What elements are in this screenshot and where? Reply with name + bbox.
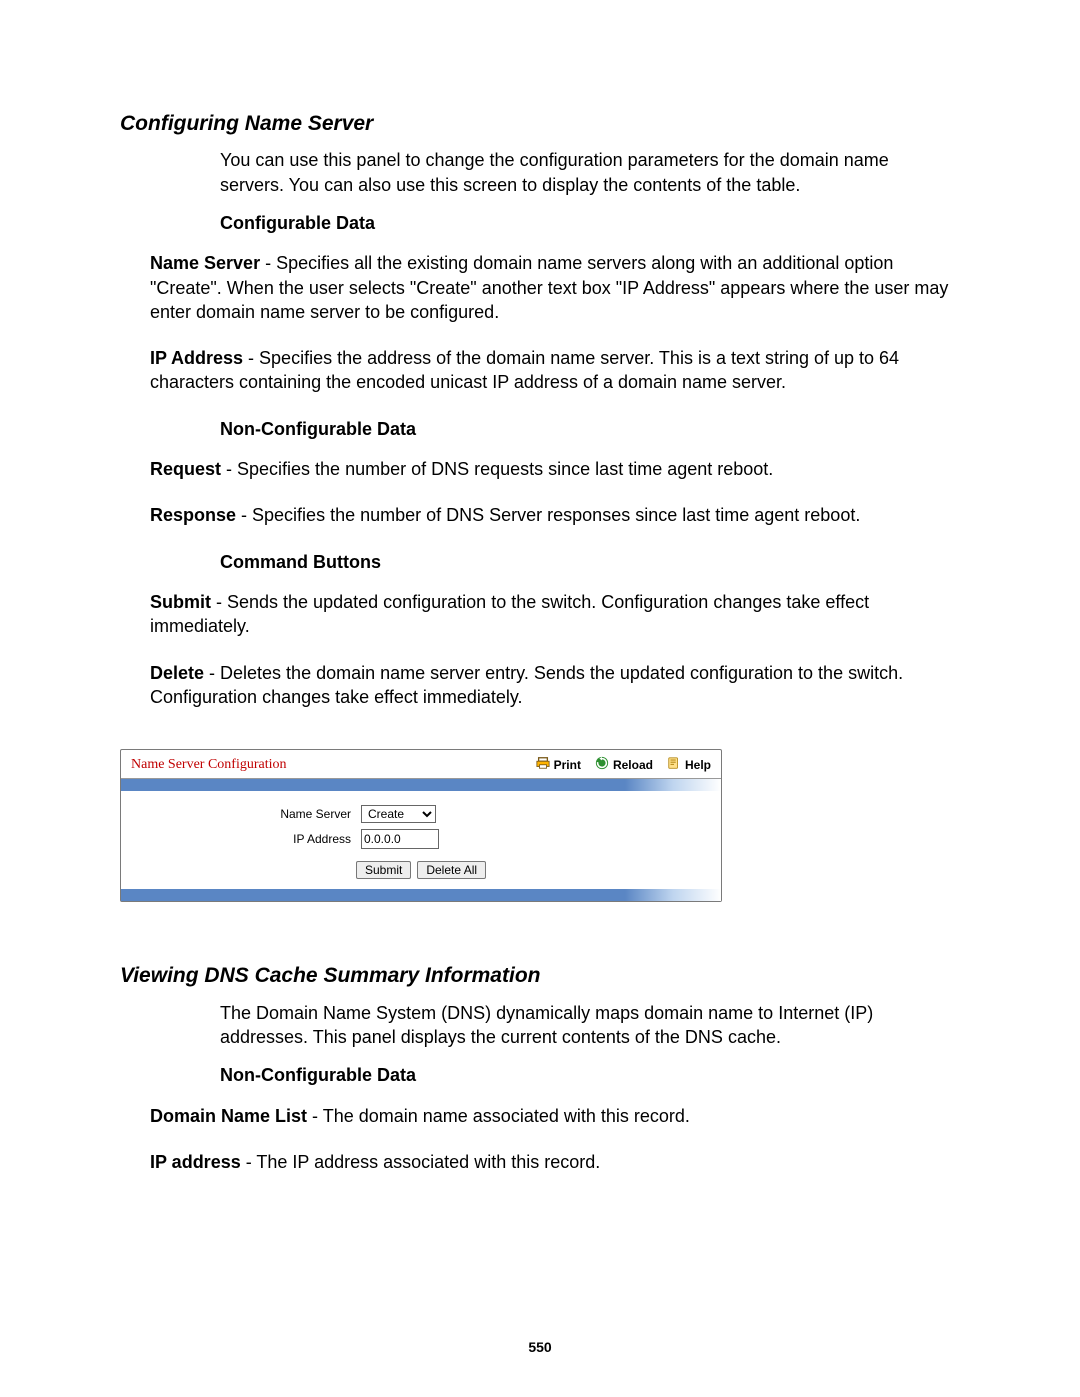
text-delete: - Deletes the domain name server entry. … (150, 663, 903, 707)
printer-icon (536, 756, 550, 774)
text-ip-address-2: - The IP address associated with this re… (241, 1152, 601, 1172)
term-delete: Delete (150, 663, 204, 683)
config-panel-screenshot: Name Server Configuration Print Reload (120, 749, 722, 902)
subhead-nonconfigurable-data: Non-Configurable Data (220, 417, 950, 441)
submit-button[interactable]: Submit (356, 861, 411, 879)
text-ip-address: - Specifies the address of the domain na… (150, 348, 899, 392)
subhead-command-buttons: Command Buttons (220, 550, 950, 574)
panel-toolbar: Print Reload Help (536, 756, 711, 774)
row-ip-address: IP Address (231, 829, 611, 849)
panel-top-bar (121, 779, 721, 791)
section-title-cache: Viewing DNS Cache Summary Information (120, 962, 950, 990)
para-submit: Submit - Sends the updated configuration… (150, 590, 950, 639)
print-button[interactable]: Print (536, 756, 581, 774)
page-content: Configuring Name Server You can use this… (0, 0, 1080, 1397)
reload-button[interactable]: Reload (595, 756, 653, 774)
help-icon (667, 756, 681, 774)
panel-body: Name Server Create IP Address Submit Del… (121, 791, 721, 889)
para-ip-address-2: IP address - The IP address associated w… (150, 1150, 950, 1174)
para-response: Response - Specifies the number of DNS S… (150, 503, 950, 527)
ip-address-input[interactable] (361, 829, 439, 849)
label-ip-address: IP Address (231, 831, 351, 847)
reload-icon (595, 756, 609, 774)
term-domain-name-list: Domain Name List (150, 1106, 307, 1126)
help-label: Help (685, 757, 711, 773)
reload-label: Reload (613, 757, 653, 773)
para-name-server: Name Server - Specifies all the existing… (150, 251, 950, 324)
text-request: - Specifies the number of DNS requests s… (221, 459, 773, 479)
panel-header: Name Server Configuration Print Reload (121, 750, 721, 779)
text-submit: - Sends the updated configuration to the… (150, 592, 869, 636)
panel-button-row: Submit Delete All (231, 861, 611, 879)
label-name-server: Name Server (231, 806, 351, 822)
para-ip-address: IP Address - Specifies the address of th… (150, 346, 950, 395)
print-label: Print (554, 757, 581, 773)
text-domain-name-list: - The domain name associated with this r… (307, 1106, 690, 1126)
text-response: - Specifies the number of DNS Server res… (236, 505, 860, 525)
term-response: Response (150, 505, 236, 525)
name-server-select[interactable]: Create (361, 805, 436, 823)
help-button[interactable]: Help (667, 756, 711, 774)
subhead-nonconfigurable-data-2: Non-Configurable Data (220, 1063, 950, 1087)
para-domain-name-list: Domain Name List - The domain name assoc… (150, 1104, 950, 1128)
term-submit: Submit (150, 592, 211, 612)
term-ip-address: IP Address (150, 348, 243, 368)
para-delete: Delete - Deletes the domain name server … (150, 661, 950, 710)
delete-all-button[interactable]: Delete All (417, 861, 486, 879)
term-name-server: Name Server (150, 253, 260, 273)
para-request: Request - Specifies the number of DNS re… (150, 457, 950, 481)
subhead-configurable-data: Configurable Data (220, 211, 950, 235)
row-name-server: Name Server Create (231, 805, 611, 823)
term-request: Request (150, 459, 221, 479)
panel-title: Name Server Configuration (131, 757, 287, 773)
section2-intro: The Domain Name System (DNS) dynamically… (220, 1001, 950, 1050)
term-ip-address-2: IP address (150, 1152, 241, 1172)
section-title-configure: Configuring Name Server (120, 110, 950, 138)
panel-bottom-bar (121, 889, 721, 901)
text-name-server: - Specifies all the existing domain name… (150, 253, 948, 322)
section1-intro: You can use this panel to change the con… (220, 148, 950, 197)
page-number: 550 (0, 1338, 1080, 1357)
